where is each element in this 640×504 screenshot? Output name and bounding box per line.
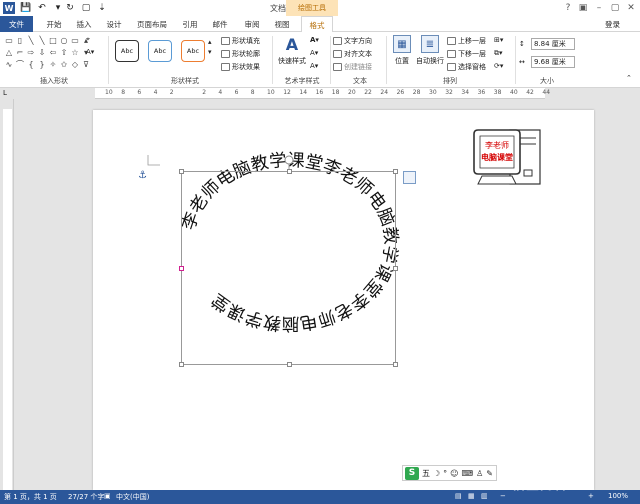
proofing-icon[interactable]: ▣ [104,492,111,500]
resize-handle[interactable] [287,169,292,174]
ime-toolbar[interactable]: S 五 ☽ ° ☺ ⌨ ♙ ✎ [402,465,497,481]
watermark: 悟空问答 [512,478,569,493]
user-icon[interactable]: ♙ [476,469,483,478]
resize-handle[interactable] [179,362,184,367]
resize-handle[interactable] [393,266,398,271]
keyboard-icon[interactable]: ⌨ [462,469,474,478]
page-count[interactable]: 第 1 页，共 1 页 [4,492,57,502]
moon-icon[interactable]: ☽ [433,469,440,478]
resize-handle[interactable] [179,169,184,174]
print-layout-icon[interactable]: ▦ [468,492,475,500]
rotate-handle[interactable] [284,155,294,165]
paragraph-mark [147,155,160,166]
web-layout-icon[interactable]: ▥ [481,492,488,500]
language-status[interactable]: 中文(中国) [116,492,149,502]
word-count[interactable]: 27/27 个字 [68,492,104,502]
layout-options-icon[interactable] [403,171,416,184]
resize-handle[interactable] [179,266,184,271]
sogou-icon[interactable]: S [405,466,419,480]
logo-line-1: 李老师 [485,140,509,150]
anchor-icon: ⚓ [138,170,147,181]
zoom-out-icon[interactable]: − [500,492,506,500]
resize-handle[interactable] [393,362,398,367]
computer-logo: 李老师 电脑课堂 [473,129,541,185]
zoom-in-icon[interactable]: + [588,492,594,500]
resize-handle[interactable] [287,362,292,367]
settings-icon[interactable]: ✎ [486,469,493,478]
emoji-icon[interactable]: ☺ [450,469,458,478]
resize-handle[interactable] [393,169,398,174]
zoom-level[interactable]: 100% [608,492,628,500]
shape-selection-box[interactable] [179,169,398,367]
logo-line-2: 电脑课堂 [481,152,513,162]
ime-mode-label[interactable]: 五 [422,468,430,479]
read-mode-icon[interactable]: ▤ [455,492,462,500]
punct-icon[interactable]: ° [443,469,447,478]
